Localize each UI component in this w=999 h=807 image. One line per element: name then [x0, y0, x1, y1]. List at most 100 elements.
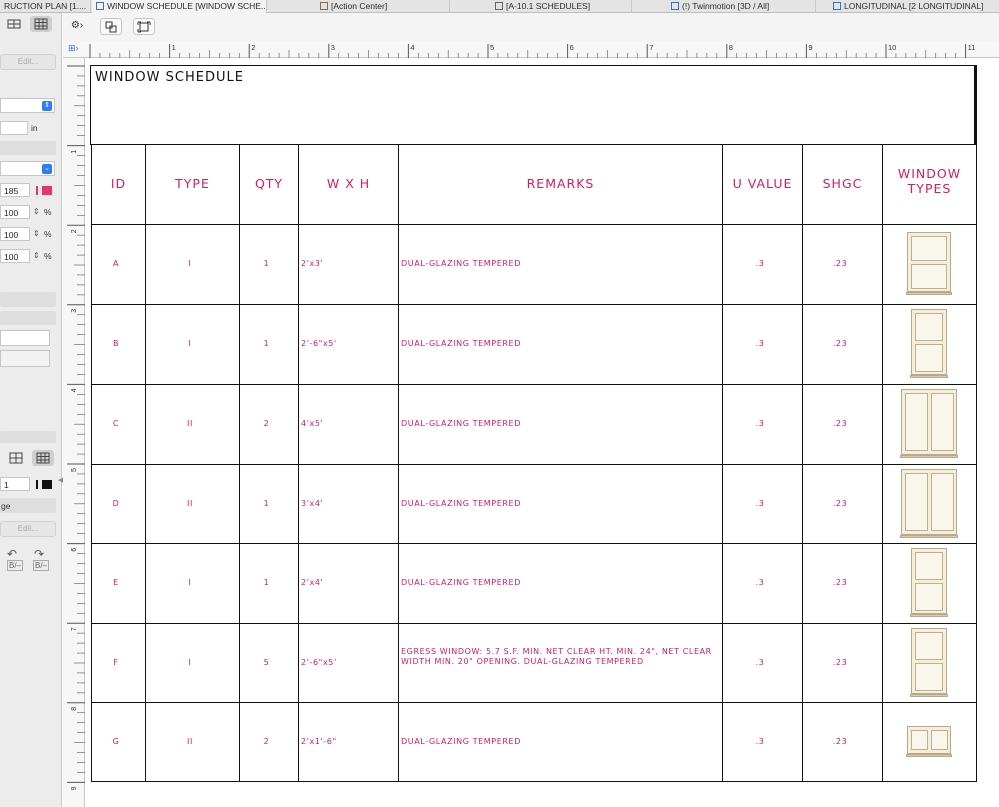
- tab-longitudinal[interactable]: LONGITUDINAL [2 LONGITUDINAL]: [817, 0, 999, 13]
- row-f-type: I: [188, 657, 192, 667]
- row-d-shgc: .23: [832, 498, 848, 508]
- row-a-type: I: [188, 259, 192, 268]
- row-d-type: II: [187, 498, 193, 508]
- window-pane: [915, 662, 943, 691]
- percent-input-1[interactable]: 100: [0, 205, 30, 219]
- edit-button[interactable]: Edit...: [0, 54, 56, 70]
- row-d-id: D: [112, 498, 120, 508]
- row-g-type: II: [187, 736, 193, 746]
- line-color-swatch[interactable]: [42, 480, 52, 489]
- row-g-id: G: [112, 736, 120, 746]
- zoom-to-fit-icon[interactable]: [133, 18, 155, 35]
- ruler-number: 4: [410, 43, 414, 52]
- header-remarks: REMARKS: [526, 176, 595, 191]
- horizontal-ruler[interactable]: ⊞› 1 2 3 4 5 6 7 8 9 10 11: [63, 41, 999, 58]
- row-f-qty: 5: [263, 657, 270, 667]
- ruler-number: 4: [71, 388, 78, 392]
- ruler-number: 5: [71, 468, 78, 472]
- section-header: [0, 431, 56, 443]
- single-hung-window-icon: [910, 309, 948, 378]
- tab-action-center[interactable]: [Action Center]: [268, 0, 450, 13]
- ruler-number: 8: [71, 707, 78, 711]
- percent-input-2[interactable]: 100: [0, 227, 30, 241]
- edit-button-2[interactable]: Edit...: [0, 521, 56, 537]
- row-b-id: B: [112, 339, 120, 348]
- tab-twinmotion-3d[interactable]: (!) Twinmotion [3D / All]: [633, 0, 816, 13]
- list-view-icon[interactable]: [5, 450, 27, 466]
- grid-view-icon[interactable]: [30, 16, 52, 32]
- row-divider: [91, 702, 977, 703]
- header-u-value: U VALUE: [732, 176, 793, 191]
- window-pane: [905, 472, 928, 531]
- row-f-remarks: EGRESS WINDOW: 5.7 S.F. MIN. NET CLEAR H…: [401, 646, 712, 666]
- schedule-title-box[interactable]: WINDOW SCHEDULE: [90, 65, 977, 145]
- ruler-number: 9: [71, 786, 78, 790]
- window-pane: [915, 552, 943, 580]
- percent-sign: %: [44, 251, 52, 261]
- style-button-2[interactable]: B/–: [33, 560, 50, 571]
- percent-sign: %: [44, 229, 52, 239]
- tab-a-10-1-schedules[interactable]: [A-10.1 SCHEDULES]: [451, 0, 632, 13]
- row-divider: [91, 543, 977, 544]
- row-divider: [91, 464, 977, 465]
- ruler-number: 10: [888, 43, 896, 52]
- column-divider: [802, 144, 803, 782]
- row-e-u-value: .3: [755, 578, 765, 587]
- stepper-icon[interactable]: ⇕: [33, 207, 40, 216]
- row-g-remarks: DUAL-GLAZING TEMPERED: [401, 736, 521, 746]
- window-sill: [910, 693, 948, 697]
- row-f-wxh: 2'-6"x5': [301, 657, 337, 667]
- window-pane: [931, 472, 954, 531]
- column-divider: [239, 144, 240, 782]
- row-c-type: II: [187, 419, 193, 428]
- tab-label: WINDOW SCHEDULE [WINDOW SCHE...: [107, 1, 267, 11]
- stepper-icon[interactable]: ⇕: [33, 229, 40, 238]
- text-field-1[interactable]: [0, 330, 50, 346]
- style-button-1[interactable]: B/–: [7, 560, 24, 571]
- chevron-down-icon: ⌄: [42, 164, 52, 174]
- tab-construction-plan[interactable]: RUCTION PLAN [1....: [0, 0, 91, 13]
- row-c-shgc: .23: [832, 419, 848, 428]
- pen-color-swatch[interactable]: [42, 186, 52, 195]
- window-pane: [931, 393, 954, 451]
- row-e-wxh: 2'x4': [301, 578, 324, 587]
- window-sill: [900, 455, 958, 458]
- app-window: RUCTION PLAN [1.... WINDOW SCHEDULE [WIN…: [0, 0, 999, 807]
- fill-select[interactable]: ⌄: [0, 161, 55, 176]
- text-field-2[interactable]: [0, 350, 50, 367]
- dimension-input[interactable]: [0, 121, 28, 135]
- window-sill: [906, 292, 952, 295]
- settings-gear-icon[interactable]: ⚙›: [66, 18, 88, 35]
- fit-selection-icon[interactable]: [100, 18, 122, 35]
- stepper-icon[interactable]: ⇕: [33, 251, 40, 260]
- ruler-number: 2: [71, 229, 78, 233]
- column-divider: [298, 144, 299, 782]
- list-view-icon[interactable]: [3, 16, 25, 32]
- ruler-ticks: 1 2 3 4 5 6 7 8 9: [67, 65, 85, 790]
- row-e-shgc: .23: [832, 578, 848, 587]
- redo-icon[interactable]: ↷: [34, 547, 44, 561]
- row-d-wxh: 3'x4': [301, 498, 324, 508]
- ruler-number: 2: [251, 43, 255, 52]
- grid-view-icon[interactable]: [32, 450, 54, 466]
- property-select[interactable]: ⇕: [0, 98, 55, 113]
- ruler-number: 7: [649, 43, 653, 52]
- header-wxh: W X H: [326, 176, 371, 191]
- double-casement-window-icon: [900, 389, 958, 458]
- percent-input-3[interactable]: 100: [0, 249, 30, 263]
- row-f-shgc: .23: [832, 657, 848, 667]
- 3d-view-icon: [671, 2, 679, 10]
- pen-number-input[interactable]: 185: [0, 183, 30, 197]
- line-weight-input[interactable]: 1: [0, 477, 30, 491]
- vertical-ruler[interactable]: 1 2 3 4 5 6 7 8 9: [63, 58, 85, 807]
- window-pane: [931, 729, 948, 750]
- single-hung-window-icon: [906, 232, 952, 295]
- tab-window-schedule[interactable]: WINDOW SCHEDULE [WINDOW SCHE...: [92, 0, 267, 13]
- window-pane: [905, 393, 928, 451]
- undo-icon[interactable]: ↶: [7, 547, 17, 561]
- window-pane: [915, 583, 943, 611]
- header-qty: QTY: [254, 176, 284, 191]
- row-b-remarks: DUAL-GLAZING TEMPERED: [401, 339, 521, 348]
- window-sill: [900, 534, 958, 538]
- ruler-number: 5: [490, 43, 494, 52]
